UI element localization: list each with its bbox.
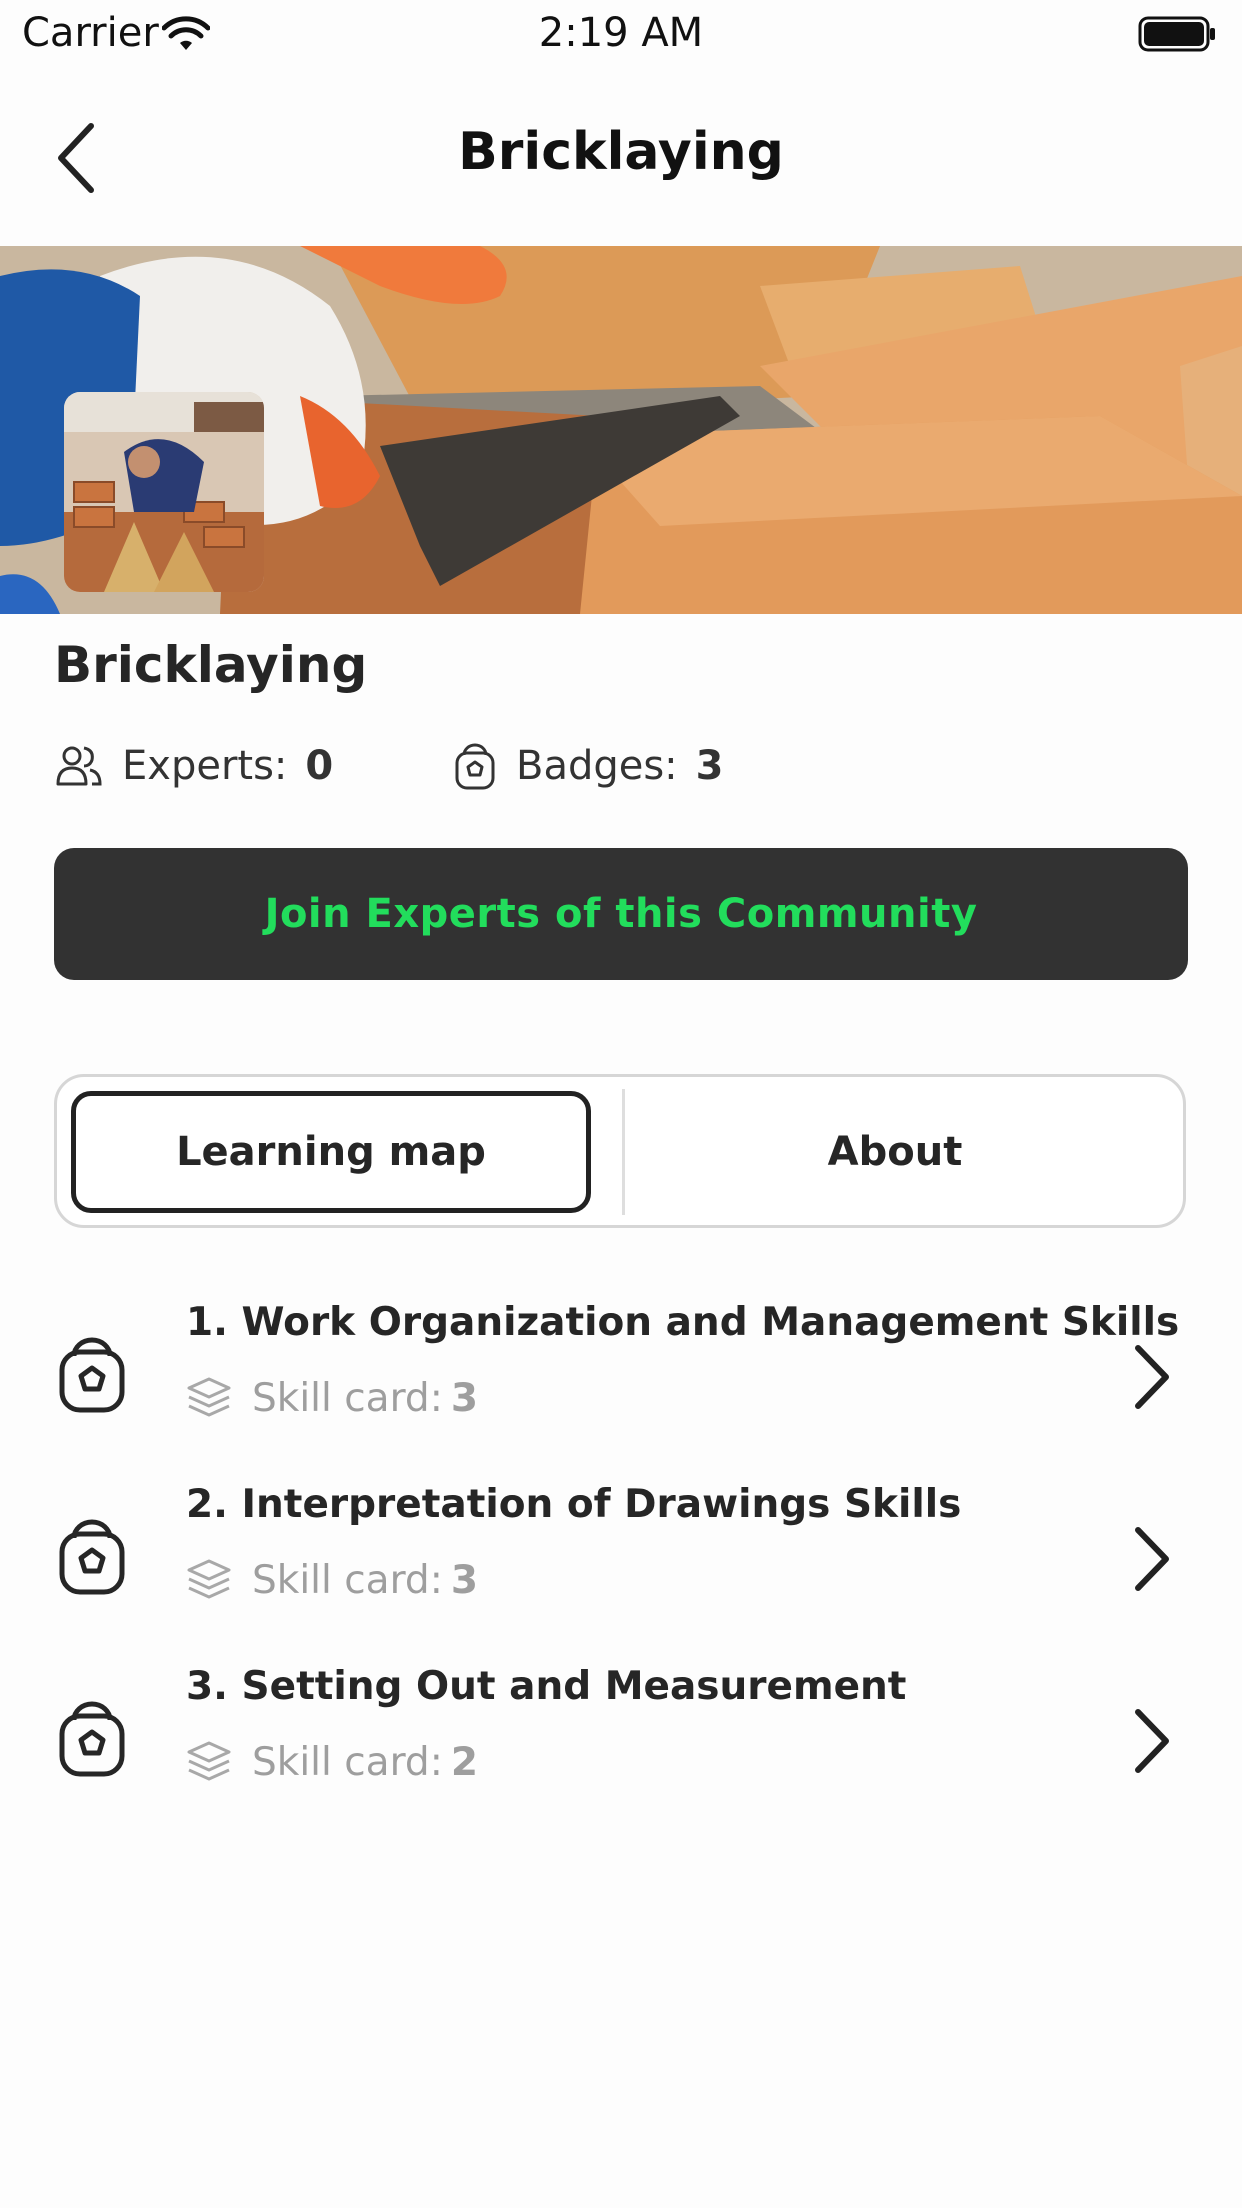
community-avatar xyxy=(64,392,264,592)
layers-icon xyxy=(187,1741,231,1781)
badges-label: Badges: xyxy=(516,743,678,789)
layers-icon xyxy=(187,1559,231,1599)
skill-card-label: Skill card: xyxy=(252,1557,443,1603)
list-item-title: 3. Setting Out and Measurement xyxy=(186,1664,907,1709)
list-item[interactable]: 2. Interpretation of Drawings Skills Ski… xyxy=(0,1472,1242,1654)
navigation-bar: Bricklaying xyxy=(0,70,1242,246)
skill-card-label: Skill card: xyxy=(252,1375,443,1421)
skill-card-label: Skill card: xyxy=(252,1739,443,1785)
experts-label: Experts: xyxy=(122,743,288,789)
join-community-button[interactable]: Join Experts of this Community xyxy=(54,848,1188,980)
battery-icon xyxy=(1138,16,1215,52)
badges-stat: Badges: 3 xyxy=(454,738,724,794)
chevron-right-icon xyxy=(1135,1345,1169,1409)
skill-card-value: 3 xyxy=(450,1557,478,1603)
chevron-right-icon xyxy=(1135,1527,1169,1591)
list-item-title: 2. Interpretation of Drawings Skills xyxy=(186,1482,962,1527)
experts-count: 0 xyxy=(305,743,334,789)
skill-card-value: 2 xyxy=(450,1739,478,1785)
list-item[interactable]: 3. Setting Out and Measurement Skill car… xyxy=(0,1654,1242,1836)
clock: 2:19 AM xyxy=(538,10,704,56)
list-item[interactable]: 1. Work Organization and Management Skil… xyxy=(0,1290,1242,1472)
skill-card-count: Skill card: 3 xyxy=(186,1370,478,1426)
skill-card-count: Skill card: 2 xyxy=(186,1734,478,1790)
status-bar: Carrier 2:19 AM xyxy=(0,0,1242,70)
users-icon xyxy=(56,746,102,786)
community-stats: Experts: 0 Badges: 3 xyxy=(54,738,1194,794)
badges-count: 3 xyxy=(695,743,724,789)
badge-lock-icon xyxy=(59,1337,125,1413)
badge-lock-icon xyxy=(59,1701,125,1777)
badge-lock-icon xyxy=(455,743,495,790)
page-title: Bricklaying xyxy=(458,122,784,182)
experts-stat: Experts: 0 xyxy=(54,738,333,794)
skill-card-count: Skill card: 3 xyxy=(186,1552,478,1608)
chevron-right-icon xyxy=(1135,1709,1169,1773)
community-name: Bricklaying xyxy=(54,636,368,694)
tab-bar: Learning map About xyxy=(54,1074,1186,1228)
badge-lock-icon xyxy=(59,1519,125,1595)
skill-card-value: 3 xyxy=(450,1375,478,1421)
layers-icon xyxy=(187,1377,231,1417)
tab-about[interactable]: About xyxy=(625,1091,1165,1213)
list-item-title: 1. Work Organization and Management Skil… xyxy=(186,1300,1180,1345)
tab-learning-map[interactable]: Learning map xyxy=(71,1091,591,1213)
